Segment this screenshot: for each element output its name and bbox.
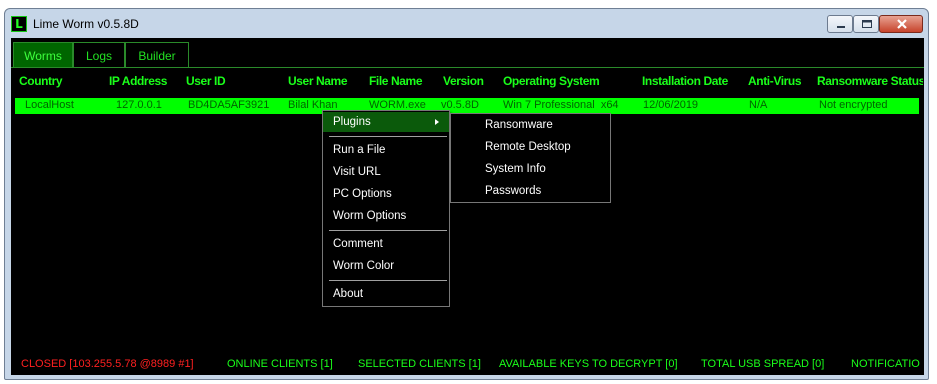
menu-item-worm-color[interactable]: Worm Color [323, 256, 449, 276]
menu-item-plugins-label: Plugins [333, 116, 371, 128]
table-row[interactable]: LocalHost 127.0.0.1 BD4DA5AF3921 Bilal K… [15, 98, 919, 114]
chevron-right-icon [435, 119, 439, 125]
column-header-user-name[interactable]: User Name [288, 74, 348, 88]
column-header-ip-address[interactable]: IP Address [109, 74, 167, 88]
cell-anti-virus: N/A [749, 99, 768, 111]
status-available-keys: AVAILABLE KEYS TO DECRYPT [0] [499, 358, 678, 370]
column-header-user-id[interactable]: User ID [186, 74, 226, 88]
cell-installation-date: 12/06/2019 [643, 99, 699, 111]
context-menu: Plugins Run a File Visit URL PC Options … [322, 110, 450, 307]
menu-item-visit-url[interactable]: Visit URL [323, 162, 449, 182]
minimize-button[interactable] [827, 15, 853, 33]
minimize-icon [837, 26, 845, 28]
submenu-item-remote-desktop[interactable]: Remote Desktop [451, 137, 610, 157]
column-header-version[interactable]: Version [443, 74, 484, 88]
menu-separator [329, 136, 447, 137]
close-icon [897, 19, 907, 29]
cell-ip-address: 127.0.0.1 [116, 99, 162, 111]
plugins-submenu: Ransomware Remote Desktop System Info Pa… [450, 113, 611, 203]
tab-divider [11, 67, 924, 68]
submenu-item-passwords[interactable]: Passwords [451, 181, 610, 201]
tab-builder[interactable]: Builder [125, 42, 189, 68]
maximize-icon [862, 20, 872, 28]
column-header-country[interactable]: Country [19, 74, 63, 88]
close-button[interactable] [879, 15, 923, 33]
cell-country: LocalHost [25, 99, 74, 111]
status-usb-spread: TOTAL USB SPREAD [0] [701, 358, 825, 370]
menu-item-about[interactable]: About [323, 284, 449, 304]
menu-item-comment[interactable]: Comment [323, 234, 449, 254]
menu-item-worm-options[interactable]: Worm Options [323, 206, 449, 226]
menu-separator [329, 230, 447, 231]
status-notifications[interactable]: NOTIFICATIO [851, 358, 924, 370]
column-header-anti-virus[interactable]: Anti-Virus [748, 74, 802, 88]
menu-item-plugins[interactable]: Plugins [323, 112, 449, 132]
cell-user-id: BD4DA5AF3921 [188, 99, 270, 111]
status-listener: CLOSED [103.255.5.78 @8989 #1] [21, 358, 194, 370]
maximize-button[interactable] [853, 15, 879, 33]
status-selected-clients: SELECTED CLIENTS [1] [358, 358, 481, 370]
column-header-ransomware-status[interactable]: Ransomware Status [817, 74, 923, 88]
tab-strip: Worms Logs Builder [11, 38, 924, 68]
submenu-item-system-info[interactable]: System Info [451, 159, 610, 179]
column-header-installation-date[interactable]: Installation Date [642, 74, 728, 88]
app-icon: L [11, 16, 27, 32]
status-online-clients: ONLINE CLIENTS [1] [227, 358, 333, 370]
cell-ransomware-status: Not encrypted [819, 99, 888, 111]
tab-worms[interactable]: Worms [13, 42, 73, 68]
cell-operating-system: Win 7 Professional x64 [503, 99, 619, 111]
menu-separator [329, 280, 447, 281]
title-bar[interactable]: L Lime Worm v0.5.8D [5, 9, 928, 39]
client-area: Worms Logs Builder Country IP Address Us… [11, 38, 924, 375]
column-header-file-name[interactable]: File Name [369, 74, 422, 88]
menu-item-pc-options[interactable]: PC Options [323, 184, 449, 204]
menu-item-run-a-file[interactable]: Run a File [323, 140, 449, 160]
window-title: Lime Worm v0.5.8D [33, 17, 139, 31]
tab-logs[interactable]: Logs [73, 42, 125, 68]
column-header-operating-system[interactable]: Operating System [503, 74, 600, 88]
submenu-item-ransomware[interactable]: Ransomware [451, 115, 610, 135]
